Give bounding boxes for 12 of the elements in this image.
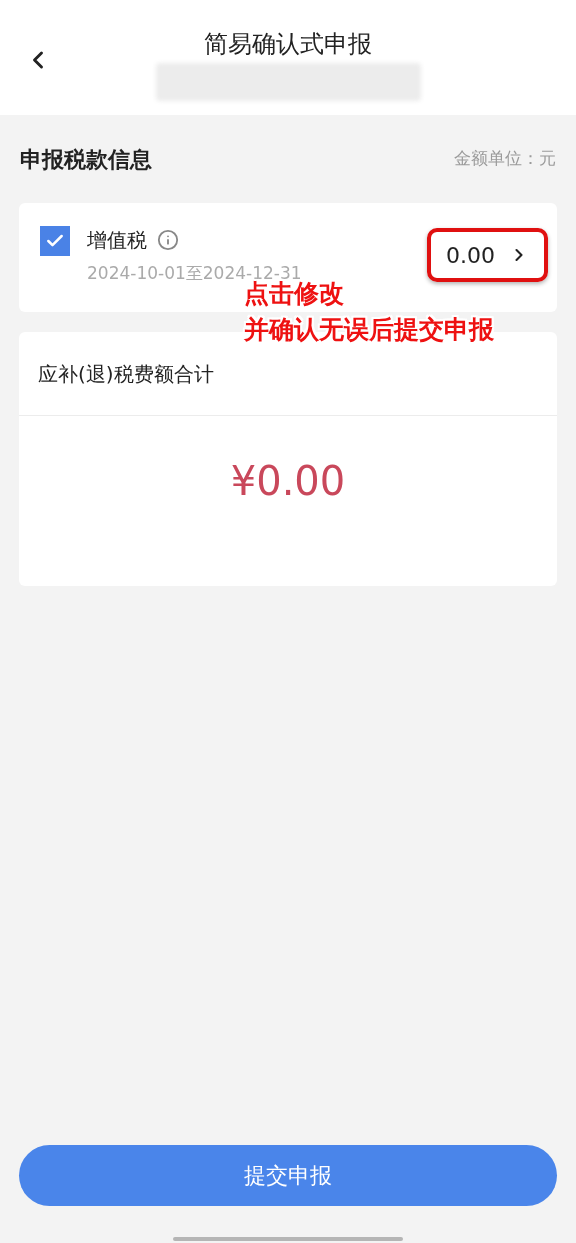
section-title: 申报税款信息 [20, 145, 152, 174]
info-icon[interactable] [157, 229, 179, 251]
unit-note: 金额单位：元 [454, 147, 556, 171]
total-label: 应补(退)税费额合计 [38, 360, 214, 388]
annotation-text: 点击修改 [244, 279, 345, 310]
annotation-text: 并确认无误后提交申报 [244, 314, 494, 346]
total-amount: ¥0.00 [230, 457, 346, 506]
submit-button[interactable]: 提交申报 [19, 1145, 557, 1206]
checkbox[interactable] [40, 226, 70, 256]
page-title: 简易确认式申报 [204, 29, 372, 60]
amount-button[interactable]: 0.00 [427, 228, 548, 282]
tax-name: 增值税 [87, 227, 147, 254]
